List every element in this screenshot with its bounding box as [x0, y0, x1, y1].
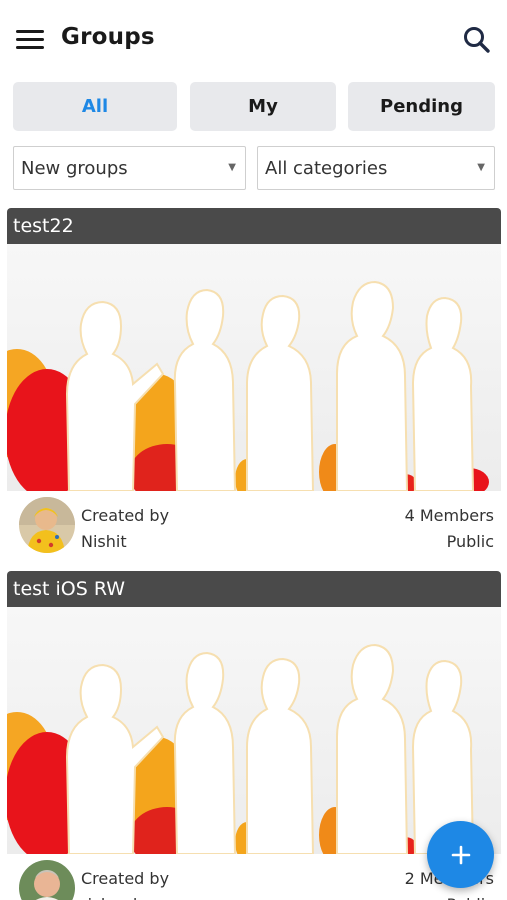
- group-name: test22: [7, 208, 501, 244]
- app-bar: Groups: [0, 0, 507, 80]
- member-count: 4 Members: [404, 506, 494, 525]
- created-by-label: Created by: [81, 506, 170, 525]
- tab-my[interactable]: My: [190, 82, 336, 131]
- page-title: Groups: [61, 24, 155, 50]
- group-card-footer: Created by Nishit 4 Members Public: [7, 491, 501, 567]
- privacy-label: Public: [446, 532, 494, 551]
- group-name: test iOS RW: [7, 571, 501, 607]
- search-icon[interactable]: [460, 24, 492, 56]
- dropdown-caret-icon: ▼: [228, 162, 236, 173]
- dropdown-caret-icon: ▼: [477, 162, 485, 173]
- group-card[interactable]: test22 Created by Nishit 4 Members Publi…: [7, 208, 501, 567]
- group-banner-image: [7, 244, 501, 491]
- tab-all[interactable]: All: [13, 82, 177, 131]
- group-banner-image: [7, 607, 501, 854]
- created-by-label: Created by: [81, 869, 170, 888]
- creator-avatar[interactable]: [19, 860, 75, 900]
- create-group-button[interactable]: [427, 821, 494, 888]
- tab-pending[interactable]: Pending: [348, 82, 495, 131]
- creator-name[interactable]: Nishit: [81, 529, 169, 555]
- plus-icon: [451, 845, 470, 864]
- creator-name[interactable]: richard: [81, 892, 169, 900]
- category-select[interactable]: All categories ▼: [257, 146, 495, 190]
- creator-avatar[interactable]: [19, 497, 75, 553]
- group-tabs: All My Pending: [13, 82, 495, 132]
- privacy-label: Public: [405, 892, 494, 900]
- hamburger-menu-icon[interactable]: [16, 28, 46, 52]
- category-select-value: All categories: [265, 157, 388, 179]
- sort-select[interactable]: New groups ▼: [13, 146, 246, 190]
- sort-select-value: New groups: [21, 157, 128, 179]
